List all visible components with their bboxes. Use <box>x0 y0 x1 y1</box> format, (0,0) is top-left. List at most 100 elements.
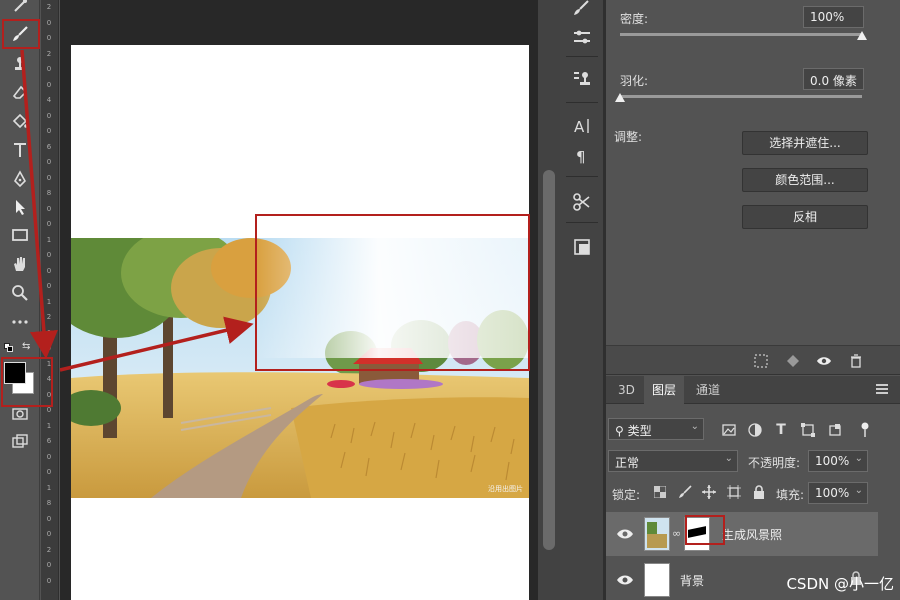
feather-slider[interactable] <box>620 95 862 98</box>
swap-colors-icon[interactable]: ⇆ <box>22 341 34 353</box>
scrollbar-thumb[interactable] <box>543 170 555 550</box>
paint-bucket-icon[interactable] <box>8 110 32 134</box>
blend-mode-value: 正常 <box>615 456 640 470</box>
lock-position-icon[interactable] <box>701 484 717 500</box>
ruler-number: 8 <box>46 499 52 507</box>
opacity-field[interactable]: 100% ⌄ <box>808 450 868 472</box>
feather-field[interactable]: 0.0 像素 <box>803 68 864 90</box>
properties-footer <box>606 345 900 375</box>
type-filter-icon[interactable]: T <box>772 421 790 439</box>
ruler-number: 0 <box>46 80 52 89</box>
brush-settings-icon[interactable] <box>569 0 595 22</box>
feather-slider-knob[interactable] <box>615 93 625 102</box>
default-colors-icon[interactable] <box>4 343 14 353</box>
color-range-button[interactable]: 颜色范围... <box>742 168 868 192</box>
ruler-number: 2 <box>46 49 52 58</box>
feather-label: 羽化: <box>620 74 649 88</box>
lock-artboard-icon[interactable] <box>726 484 742 500</box>
healing-icon[interactable] <box>8 0 32 18</box>
ruler-number: 2 <box>46 313 52 321</box>
pen-icon[interactable] <box>8 167 32 191</box>
layer-row-generated[interactable]: ∞ 生成风景照 <box>606 512 878 556</box>
adjust-icon[interactable] <box>569 24 595 50</box>
lock-pixels-icon[interactable] <box>677 484 693 500</box>
tool-presets-icon[interactable] <box>569 189 595 215</box>
landscape-image[interactable] <box>71 238 529 498</box>
filter-kind-value: 类型 <box>627 424 652 438</box>
ruler-number: 2 <box>46 3 52 11</box>
load-selection-icon[interactable] <box>752 352 770 370</box>
more-tools-icon[interactable] <box>8 310 32 334</box>
ruler-number: 0 <box>46 514 52 523</box>
ruler-number: 0 <box>46 452 52 461</box>
stamp-icon[interactable] <box>8 52 32 76</box>
hand-icon[interactable] <box>8 252 32 276</box>
zoom-icon[interactable] <box>8 281 32 305</box>
apply-mask-icon[interactable] <box>784 352 802 370</box>
layer-visibility-eye-icon[interactable] <box>616 571 634 589</box>
character-icon[interactable]: A <box>569 113 595 139</box>
brush-icon[interactable] <box>8 22 32 46</box>
ruler-number: 0 <box>46 220 52 228</box>
layer-name[interactable]: 生成风景照 <box>722 526 782 543</box>
chevron-down-icon: ⌄ <box>854 453 863 464</box>
rectangle-icon[interactable] <box>8 223 32 247</box>
select-and-mask-button[interactable]: 选择并遮住... <box>742 131 868 155</box>
density-field[interactable]: 100% <box>803 6 864 28</box>
ruler-number: 4 <box>46 375 52 383</box>
lock-transparent-icon[interactable] <box>652 484 668 500</box>
vertical-ruler: 2 0 0 2 0 0 4 0 0 6 0 0 8 0 0 1 0 0 0 1 2 0 0 1 4 0 0 1 6 0 0 1 8 0 0 2 0 0 <box>41 0 59 600</box>
pixel-filter-icon[interactable] <box>720 421 738 439</box>
chevron-down-icon: ⌄ <box>854 485 863 496</box>
density-slider-knob[interactable] <box>857 31 867 40</box>
adjustment-filter-icon[interactable] <box>746 421 764 439</box>
opacity-value: 100% <box>815 454 850 468</box>
tab-layers[interactable]: 图层 <box>644 376 685 404</box>
invert-button[interactable]: 反相 <box>742 205 868 229</box>
screen-mode-icon[interactable] <box>8 430 32 454</box>
visibility-eye-icon[interactable] <box>815 352 833 370</box>
ruler-number: 0 <box>46 468 52 476</box>
mask-link-icon[interactable]: ∞ <box>672 527 681 541</box>
ruler-number: 6 <box>46 142 52 151</box>
smart-object-filter-icon[interactable] <box>826 421 844 439</box>
ruler-number: 1 <box>46 297 52 306</box>
delete-mask-icon[interactable] <box>847 352 865 370</box>
ruler-number: 0 <box>46 530 52 538</box>
tab-channels[interactable]: 通道 <box>688 376 728 404</box>
tab-3d[interactable]: 3D <box>610 376 643 404</box>
layers-tab-bar: 3D 图层 通道 <box>606 376 900 404</box>
eraser-icon[interactable] <box>8 80 32 104</box>
panel-menu-icon[interactable] <box>876 384 890 396</box>
filter-toggle-icon[interactable] <box>856 421 874 439</box>
ruler-number: 0 <box>46 34 52 42</box>
filter-kind-dropdown[interactable]: ⚲ 类型 ⌄ <box>608 418 704 440</box>
lock-all-icon[interactable] <box>751 484 767 500</box>
layer-visibility-eye-icon[interactable] <box>616 525 634 543</box>
ruler-number: 1 <box>46 421 52 430</box>
foreground-color-swatch[interactable] <box>4 362 26 384</box>
paragraph-icon[interactable]: ¶ <box>569 143 595 169</box>
ruler-number: 4 <box>46 96 52 104</box>
blend-mode-dropdown[interactable]: 正常 ⌄ <box>608 450 738 472</box>
ruler-number: 1 <box>46 235 52 244</box>
adjust-label: 调整: <box>614 130 643 144</box>
text-icon[interactable] <box>8 138 32 162</box>
shape-filter-icon[interactable] <box>799 421 817 439</box>
history-icon[interactable] <box>569 234 595 260</box>
fill-label: 填充: <box>776 488 805 502</box>
ruler-number: 2 <box>46 545 52 554</box>
svg-text:¶: ¶ <box>576 148 586 166</box>
layer-name[interactable]: 背景 <box>680 572 704 589</box>
lock-label: 锁定: <box>612 488 641 502</box>
ruler-number: 0 <box>46 576 52 585</box>
chevron-down-icon: ⌄ <box>690 421 699 432</box>
density-slider[interactable] <box>620 33 862 36</box>
stamp-source-icon[interactable] <box>569 66 595 92</box>
chevron-down-icon: ⌄ <box>724 453 733 464</box>
path-select-icon[interactable] <box>8 195 32 219</box>
quick-mask-icon[interactable] <box>8 402 32 426</box>
fill-value: 100% <box>815 486 850 500</box>
fill-field[interactable]: 100% ⌄ <box>808 482 868 504</box>
layer-mask-thumbnail[interactable] <box>684 517 710 551</box>
